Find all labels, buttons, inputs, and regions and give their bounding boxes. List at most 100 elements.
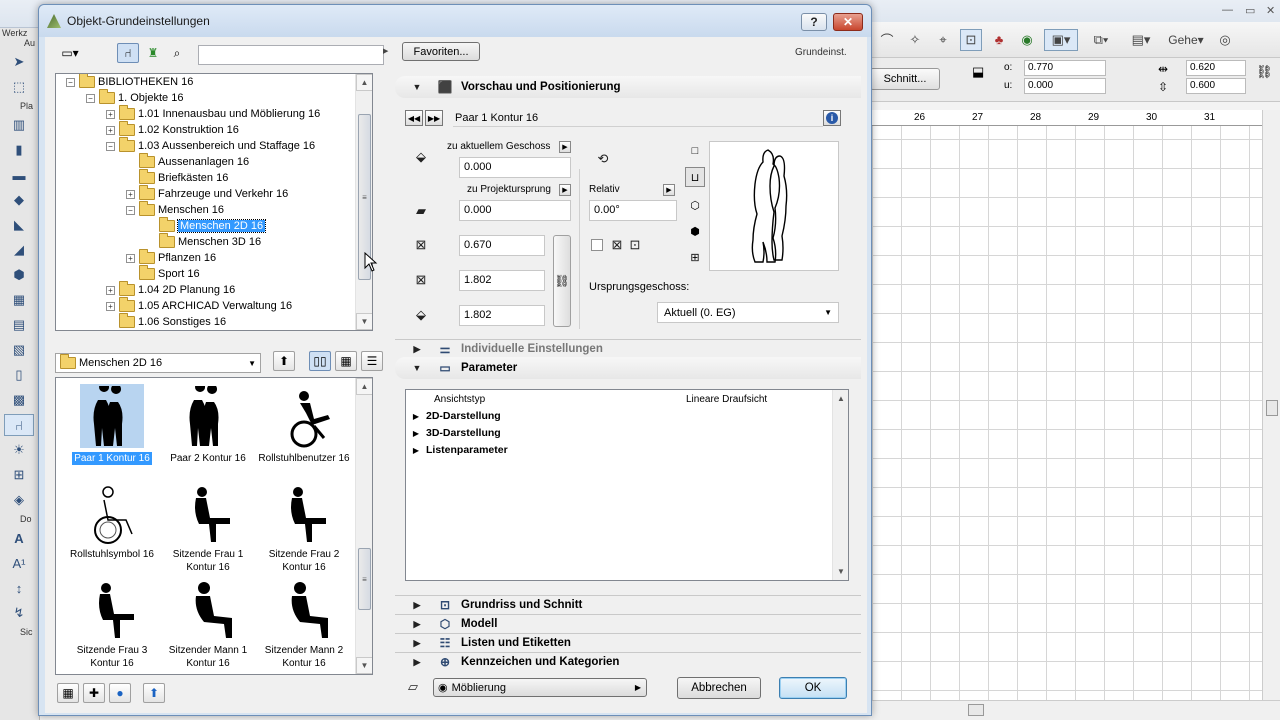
bimcomponents-icon[interactable]: ●	[109, 683, 131, 703]
collapse-icon[interactable]: −	[66, 77, 75, 87]
shell-tool-icon[interactable]: ◢	[4, 239, 34, 261]
morph-tool-icon[interactable]: ⬢	[4, 264, 34, 286]
axonometric-view-icon[interactable]: ⬡	[685, 195, 705, 215]
collapse-icon[interactable]: −	[126, 205, 135, 215]
grid-scrollbar[interactable]: ▲ ≡ ▼	[355, 378, 372, 674]
section-lists-header[interactable]: ▶ ☷ Listen und Etiketten	[395, 633, 861, 652]
scroll-down-icon[interactable]: ▼	[356, 313, 372, 330]
expand-icon[interactable]: +	[126, 253, 135, 263]
app-close-icon[interactable]: ✕	[1266, 4, 1275, 17]
tree-item[interactable]: Menschen 2D 16	[146, 217, 267, 234]
layer-dropdown[interactable]: ◉ Möblierung ▶	[433, 678, 647, 697]
mesh-tool-icon[interactable]: ◈	[4, 489, 34, 511]
coord-o-field[interactable]: 0.770	[1024, 60, 1106, 76]
door-tool-icon[interactable]: ▯	[4, 364, 34, 386]
3d-solid-view-icon[interactable]: ⬢	[685, 221, 705, 241]
column-tool-icon[interactable]: ▮	[4, 139, 34, 161]
grid-scroll-thumb[interactable]: ≡	[358, 548, 371, 610]
goto-menu[interactable]: Gehe ▾	[1164, 29, 1208, 51]
library-object[interactable]: Paar 1 Kontur 16	[64, 384, 160, 465]
section-tags-header[interactable]: ▶ ⊕ Kennzeichen und Kategorien	[395, 652, 861, 671]
size-a-field[interactable]: 0.620	[1186, 60, 1246, 76]
floorplan-view-icon[interactable]: □	[685, 141, 705, 161]
size-b-field[interactable]: 0.600	[1186, 78, 1246, 94]
param-row[interactable]: ▶ Listenparameter	[406, 442, 508, 458]
scroll-up-icon[interactable]: ▲	[833, 390, 849, 407]
view-icon[interactable]: ⧉▾	[1084, 29, 1118, 51]
level-dimension-tool-icon[interactable]: ↯	[4, 602, 34, 624]
upload-icon[interactable]: ⬆	[143, 683, 165, 703]
section-button[interactable]: Schnitt...	[870, 68, 940, 90]
folder-dropdown[interactable]: Menschen 2D 16 ▼	[55, 353, 261, 373]
section-floorplan-header[interactable]: ▶ ⊡ Grundriss und Schnitt	[395, 595, 861, 614]
pick-icon[interactable]: ⌖	[932, 29, 954, 51]
large-icons-view-icon[interactable]: ▯▯	[309, 351, 331, 371]
curve-tool-icon[interactable]: ⌒	[876, 29, 898, 51]
beam-tool-icon[interactable]: ▬	[4, 164, 34, 186]
mirror-icon[interactable]: ⊠	[607, 235, 627, 255]
next-object-icon[interactable]: ▶▶	[425, 110, 443, 126]
tree-item[interactable]: + Pflanzen 16	[126, 249, 216, 266]
relativ-menu-icon[interactable]: ▶	[663, 184, 675, 196]
library-manager-icon[interactable]: ▭▾	[55, 43, 85, 63]
home-story-dropdown[interactable]: Aktuell (0. EG) ▼	[657, 302, 839, 323]
tree-item[interactable]: + Fahrzeuge und Verkehr 16	[126, 185, 288, 202]
zone-tool-icon[interactable]: ⊞	[4, 464, 34, 486]
tree-item[interactable]: − 1. Objekte 16	[86, 89, 183, 106]
height-field[interactable]: 1.802	[459, 305, 545, 326]
help-button[interactable]: ?	[801, 13, 827, 31]
tree-item[interactable]: − Menschen 16	[126, 201, 224, 218]
window-tool-icon[interactable]: ▦	[4, 289, 34, 311]
pin-icon[interactable]: ♣	[988, 29, 1010, 51]
object-library-icon[interactable]: ⑁	[117, 43, 139, 63]
library-object[interactable]: Paar 2 Kontur 16	[160, 384, 256, 465]
library-object[interactable]: Rollstuhlsymbol 16	[64, 480, 160, 561]
ok-button[interactable]: OK	[779, 677, 847, 699]
section-custom-header[interactable]: ▶ ⚌ Individuelle Einstellungen	[395, 339, 861, 358]
section-model-header[interactable]: ▶ ⬡ Modell	[395, 614, 861, 633]
tree-item[interactable]: Aussenanlagen 16	[126, 153, 249, 170]
rel-story-field[interactable]: 0.000	[459, 157, 571, 178]
curtain-wall-tool-icon[interactable]: ▩	[4, 389, 34, 411]
chain-icon[interactable]: ⛓	[1256, 64, 1273, 80]
label-tool-icon[interactable]: A¹	[4, 552, 34, 574]
expand-icon[interactable]: +	[126, 189, 135, 199]
tree-item[interactable]: +1.01 Innenausbau und Möblierung 16	[106, 105, 320, 122]
param-row[interactable]: ▶ 2D-Darstellung	[406, 408, 501, 424]
dialog-titlebar[interactable]: Objekt-Grundeinstellungen	[39, 5, 871, 37]
tree-item[interactable]: − 1.03 Aussenbereich und Staffage 16	[106, 137, 315, 154]
search-icon[interactable]: ⌕	[167, 43, 187, 63]
library-object[interactable]: Sitzende Frau 3 Kontur 16	[64, 576, 160, 670]
tree-item[interactable]: − BIBLIOTHEKEN 16	[66, 74, 193, 90]
target-icon[interactable]: ◉	[1016, 29, 1038, 51]
expand-icon[interactable]: +	[106, 125, 115, 135]
magic-wand-icon[interactable]: ✧	[904, 29, 926, 51]
scroll-up-icon[interactable]: ▲	[356, 378, 372, 395]
marquee-tool-icon[interactable]: ⬚	[4, 76, 34, 98]
text-tool-icon[interactable]: A	[4, 527, 34, 549]
expand-icon[interactable]: +	[106, 285, 115, 295]
coord-u-field[interactable]: 0.000	[1024, 78, 1106, 94]
rel-origin-menu-icon[interactable]: ▶	[559, 184, 571, 196]
add-library-icon[interactable]: ✚	[83, 683, 105, 703]
scroll-up-icon[interactable]: ▲	[356, 74, 372, 91]
expand-icon[interactable]: +	[106, 301, 115, 311]
mirror-alt-icon[interactable]: ⊡	[625, 235, 645, 255]
list-view-icon[interactable]: ☰	[361, 351, 383, 371]
floor-plan-canvas[interactable]	[872, 110, 1262, 700]
library-object[interactable]: Rollstuhlbenutzer 16	[256, 384, 352, 465]
width-field[interactable]: 0.670	[459, 235, 545, 256]
slab-tool-icon[interactable]: ◆	[4, 189, 34, 211]
layout-icon[interactable]: ▣▾	[1044, 28, 1078, 51]
rotation-field[interactable]: 0.00°	[589, 200, 677, 221]
snap-icon[interactable]: ⊡	[960, 28, 982, 51]
proportion-chain-icon[interactable]: ⛓	[553, 235, 571, 327]
canvas-vertical-scrollbar[interactable]	[1262, 110, 1280, 700]
canvas-horizontal-scrollbar[interactable]	[872, 700, 1280, 720]
section-params-header[interactable]: ▼ ▭ Parameter	[395, 358, 861, 377]
depth-field[interactable]: 1.802	[459, 270, 545, 291]
rel-origin-field[interactable]: 0.000	[459, 200, 571, 221]
stair-tool-icon[interactable]: ▤	[4, 314, 34, 336]
param-scrollbar[interactable]: ▲ ▼	[832, 390, 848, 580]
collapse-icon[interactable]: −	[86, 93, 95, 103]
